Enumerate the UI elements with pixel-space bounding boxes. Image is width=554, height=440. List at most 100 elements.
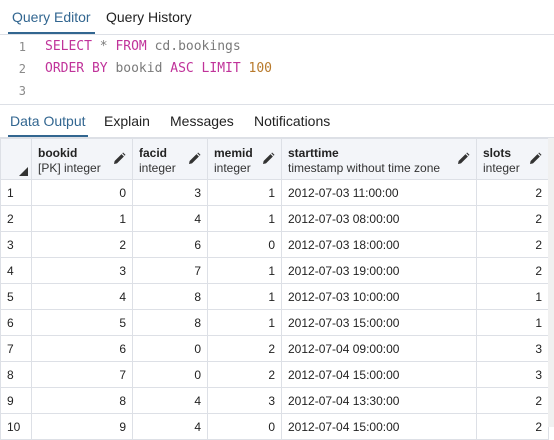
results-table: bookid [PK] integer facid integer memid … [0,138,549,440]
column-header-bookid[interactable]: bookid [PK] integer [31,138,133,180]
table-row[interactable]: 5 4 8 1 2012-07-03 10:00:00 1 [0,283,549,310]
cell-bookid[interactable]: 7 [31,361,133,388]
sql-identifier: cd.bookings [146,39,241,54]
cell-slots[interactable]: 2 [476,179,549,206]
cell-memid[interactable]: 1 [207,283,282,310]
row-number[interactable]: 1 [0,179,32,206]
cell-memid[interactable]: 1 [207,257,282,284]
cell-slots[interactable]: 1 [476,309,549,336]
cell-bookid[interactable]: 8 [31,387,133,414]
cell-starttime[interactable]: 2012-07-03 10:00:00 [281,283,477,310]
pencil-icon[interactable] [187,152,201,166]
data-grid: bookid [PK] integer facid integer memid … [0,138,554,440]
cell-bookid[interactable]: 2 [31,231,133,258]
table-row[interactable]: 2 1 4 1 2012-07-03 08:00:00 2 [0,205,549,232]
column-header-starttime[interactable]: starttime timestamp without time zone [281,138,477,180]
cell-facid[interactable]: 4 [132,387,208,414]
row-number[interactable]: 8 [0,361,32,388]
code-line-1[interactable]: SELECT * FROM cd.bookings [45,39,241,54]
code-line-2[interactable]: ORDER BY bookid ASC LIMIT 100 [45,61,272,76]
select-all-corner[interactable] [0,138,32,180]
cell-bookid[interactable]: 3 [31,257,133,284]
vertical-scrollbar[interactable] [548,138,554,427]
cell-starttime[interactable]: 2012-07-03 11:00:00 [281,179,477,206]
column-header-memid[interactable]: memid integer [207,138,282,180]
sql-identifier: bookid [107,61,171,76]
cell-memid[interactable]: 1 [207,309,282,336]
header-row: bookid [PK] integer facid integer memid … [0,138,549,180]
cell-slots[interactable]: 2 [476,387,549,414]
column-name: starttime [288,146,339,160]
cell-starttime[interactable]: 2012-07-04 13:30:00 [281,387,477,414]
tab-data-output[interactable]: Data Output [8,105,88,137]
column-header-slots[interactable]: slots integer [476,138,549,180]
cell-memid[interactable]: 1 [207,205,282,232]
cell-starttime[interactable]: 2012-07-03 15:00:00 [281,309,477,336]
row-number[interactable]: 2 [0,205,32,232]
row-number[interactable]: 5 [0,283,32,310]
pencil-icon[interactable] [528,152,542,166]
pencil-icon[interactable] [261,152,275,166]
cell-facid[interactable]: 3 [132,179,208,206]
cell-slots[interactable]: 1 [476,283,549,310]
pencil-icon[interactable] [456,152,470,166]
column-header-facid[interactable]: facid integer [132,138,208,180]
line-number-gutter: 1 2 3 [0,35,36,104]
cell-slots[interactable]: 2 [476,257,549,284]
cell-memid[interactable]: 1 [207,179,282,206]
cell-starttime[interactable]: 2012-07-04 15:00:00 [281,361,477,388]
cell-facid[interactable]: 8 [132,309,208,336]
cell-facid[interactable]: 0 [132,335,208,362]
cell-memid[interactable]: 2 [207,335,282,362]
cell-facid[interactable]: 4 [132,205,208,232]
cell-memid[interactable]: 2 [207,361,282,388]
row-number[interactable]: 9 [0,387,32,414]
cell-starttime[interactable]: 2012-07-03 08:00:00 [281,205,477,232]
table-row[interactable]: 4 3 7 1 2012-07-03 19:00:00 2 [0,257,549,284]
cell-slots[interactable]: 2 [476,205,549,232]
tab-query-editor[interactable]: Query Editor [8,0,95,34]
pencil-icon[interactable] [112,152,126,166]
column-type: timestamp without time zone [288,161,441,175]
tab-notifications[interactable]: Notifications [254,105,330,137]
cell-bookid[interactable]: 6 [31,335,133,362]
line-number: 3 [18,84,26,98]
sql-keyword: SELECT [45,39,92,54]
cell-facid[interactable]: 6 [132,231,208,258]
query-tab-bar: Query Editor Query History [0,0,554,35]
table-row[interactable]: 9 8 4 3 2012-07-04 13:30:00 2 [0,387,549,414]
cell-bookid[interactable]: 5 [31,309,133,336]
table-row[interactable]: 8 7 0 2 2012-07-04 15:00:00 3 [0,361,549,388]
cell-starttime[interactable]: 2012-07-04 09:00:00 [281,335,477,362]
table-row[interactable]: 6 5 8 1 2012-07-03 15:00:00 1 [0,309,549,336]
cell-facid[interactable]: 7 [132,257,208,284]
cell-facid[interactable]: 8 [132,283,208,310]
table-row[interactable]: 1 0 3 1 2012-07-03 11:00:00 2 [0,179,549,206]
row-number[interactable]: 4 [0,257,32,284]
cell-slots[interactable]: 3 [476,335,549,362]
table-row[interactable]: 7 6 0 2 2012-07-04 09:00:00 3 [0,335,549,362]
cell-bookid[interactable]: 0 [31,179,133,206]
sql-keyword: ASC LIMIT [170,61,241,76]
cell-starttime[interactable]: 2012-07-03 18:00:00 [281,231,477,258]
row-number[interactable]: 7 [0,335,32,362]
cell-facid[interactable]: 0 [132,361,208,388]
line-number: 1 [18,40,26,54]
row-number[interactable]: 6 [0,309,32,336]
cell-memid[interactable]: 3 [207,387,282,414]
cell-slots[interactable]: 2 [476,231,549,258]
cell-slots[interactable]: 3 [476,361,549,388]
cell-bookid[interactable]: 1 [31,205,133,232]
tab-explain[interactable]: Explain [104,105,150,137]
cell-bookid[interactable]: 4 [31,283,133,310]
sql-editor[interactable]: 1 2 3 SELECT * FROM cd.bookings ORDER BY… [0,35,554,104]
sql-keyword: FROM [115,39,147,54]
line-number: 2 [18,62,26,76]
tab-messages[interactable]: Messages [170,105,234,137]
tab-query-history[interactable]: Query History [100,0,198,34]
cell-memid[interactable]: 0 [207,231,282,258]
table-row[interactable]: 3 2 6 0 2012-07-03 18:00:00 2 [0,231,549,258]
row-number[interactable]: 3 [0,231,32,258]
select-all-triangle-icon [19,167,28,176]
cell-starttime[interactable]: 2012-07-03 19:00:00 [281,257,477,284]
